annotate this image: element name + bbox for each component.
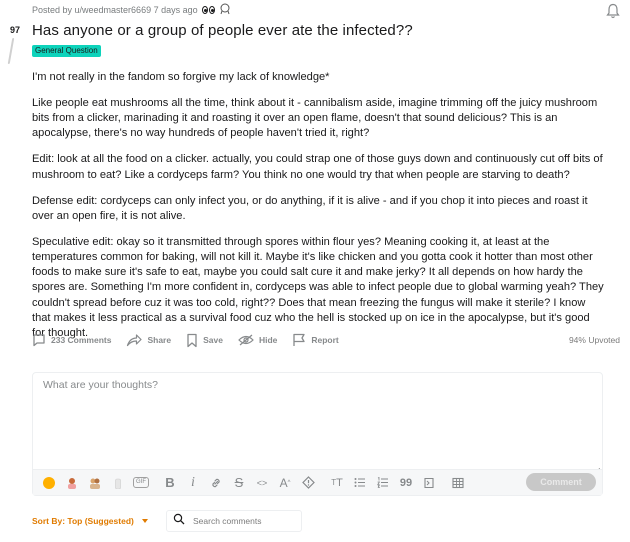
strikethrough-icon[interactable]: S <box>229 473 249 493</box>
post-paragraph: Speculative edit: okay so it transmitted… <box>32 235 604 340</box>
save-button[interactable]: Save <box>186 333 223 348</box>
italic-icon[interactable]: i <box>183 473 203 493</box>
share-button[interactable]: Share <box>126 333 171 347</box>
report-icon <box>292 333 306 347</box>
hide-button[interactable]: Hide <box>238 334 277 346</box>
report-button[interactable]: Report <box>292 333 339 347</box>
superscript-icon[interactable]: A ^ <box>275 473 295 493</box>
vote-count: 97 <box>9 25 20 35</box>
code-block-icon[interactable] <box>419 473 439 493</box>
post-title[interactable]: Has anyone or a group of people ever ate… <box>32 22 413 39</box>
bell-icon[interactable] <box>606 3 620 19</box>
vote-divider <box>7 38 15 64</box>
save-label: Save <box>203 335 223 345</box>
sort-row: Sort By: Top (Suggested) <box>32 510 302 532</box>
emoji-group-icon[interactable] <box>85 473 105 493</box>
eyes-award-icon[interactable] <box>201 6 215 14</box>
bullet-list-icon[interactable] <box>350 473 370 493</box>
emoji-bottle-icon[interactable] <box>108 473 128 493</box>
comments-label: 233 Comments <box>51 335 112 345</box>
post-paragraph: I'm not really in the fandom so forgive … <box>32 71 330 83</box>
hide-icon <box>238 334 254 346</box>
search-icon <box>173 512 185 530</box>
comment-search[interactable] <box>166 510 302 532</box>
link-icon[interactable] <box>206 473 226 493</box>
vote-column: 97 <box>6 24 24 36</box>
post-paragraph: Defense edit: cordyceps can only infect … <box>32 194 588 222</box>
flair-badge[interactable]: General Question <box>32 45 101 57</box>
gif-icon[interactable]: GIF <box>131 473 151 493</box>
quote-icon[interactable]: 99 <box>396 473 416 493</box>
share-icon <box>126 333 143 347</box>
hide-label: Hide <box>258 335 278 345</box>
numbered-list-icon[interactable] <box>373 473 393 493</box>
comment-editor: GIF B i S <> A^ TT 99 Comment <box>32 372 603 496</box>
post-meta: Posted by u/weedmaster6669 7 days ago <box>32 3 231 17</box>
emoji-icon[interactable] <box>39 473 59 493</box>
heading-icon[interactable]: TT <box>327 473 347 493</box>
search-input[interactable] <box>193 516 293 526</box>
sort-dropdown[interactable]: Sort By: Top (Suggested) <box>32 516 148 526</box>
code-icon[interactable]: <> <box>252 473 272 493</box>
upvote-ratio: 94% Upvoted <box>568 335 620 345</box>
save-icon <box>186 333 198 348</box>
post-paragraph: Like people eat mushrooms all the time, … <box>32 97 598 140</box>
resize-grip-icon[interactable] <box>593 461 601 475</box>
bold-icon[interactable]: B <box>160 473 180 493</box>
chevron-down-icon <box>141 519 148 523</box>
report-label: Report <box>311 335 339 345</box>
comment-button[interactable]: Comment <box>526 473 596 491</box>
table-icon[interactable] <box>448 473 468 493</box>
spoiler-icon[interactable] <box>298 473 318 493</box>
comments-button[interactable]: 233 Comments <box>32 333 111 347</box>
sort-label: Sort By: Top (Suggested) <box>32 516 134 526</box>
post-meta-text: Posted by u/weedmaster6669 7 days ago <box>32 5 198 15</box>
emoji-person-icon[interactable] <box>62 473 82 493</box>
share-label: Share <box>147 335 172 345</box>
comment-input[interactable] <box>33 373 602 467</box>
award-icon[interactable] <box>219 3 231 17</box>
comment-icon <box>32 333 46 347</box>
post-body: I'm not really in the fandom so forgive … <box>32 70 604 352</box>
post-action-bar: 233 Comments Share Save Hide Report 94% … <box>32 332 620 348</box>
editor-toolbar: GIF B i S <> A ^ TT 99 Comment <box>33 469 602 495</box>
post-paragraph: Edit: look at all the food on a clicker.… <box>32 153 603 181</box>
